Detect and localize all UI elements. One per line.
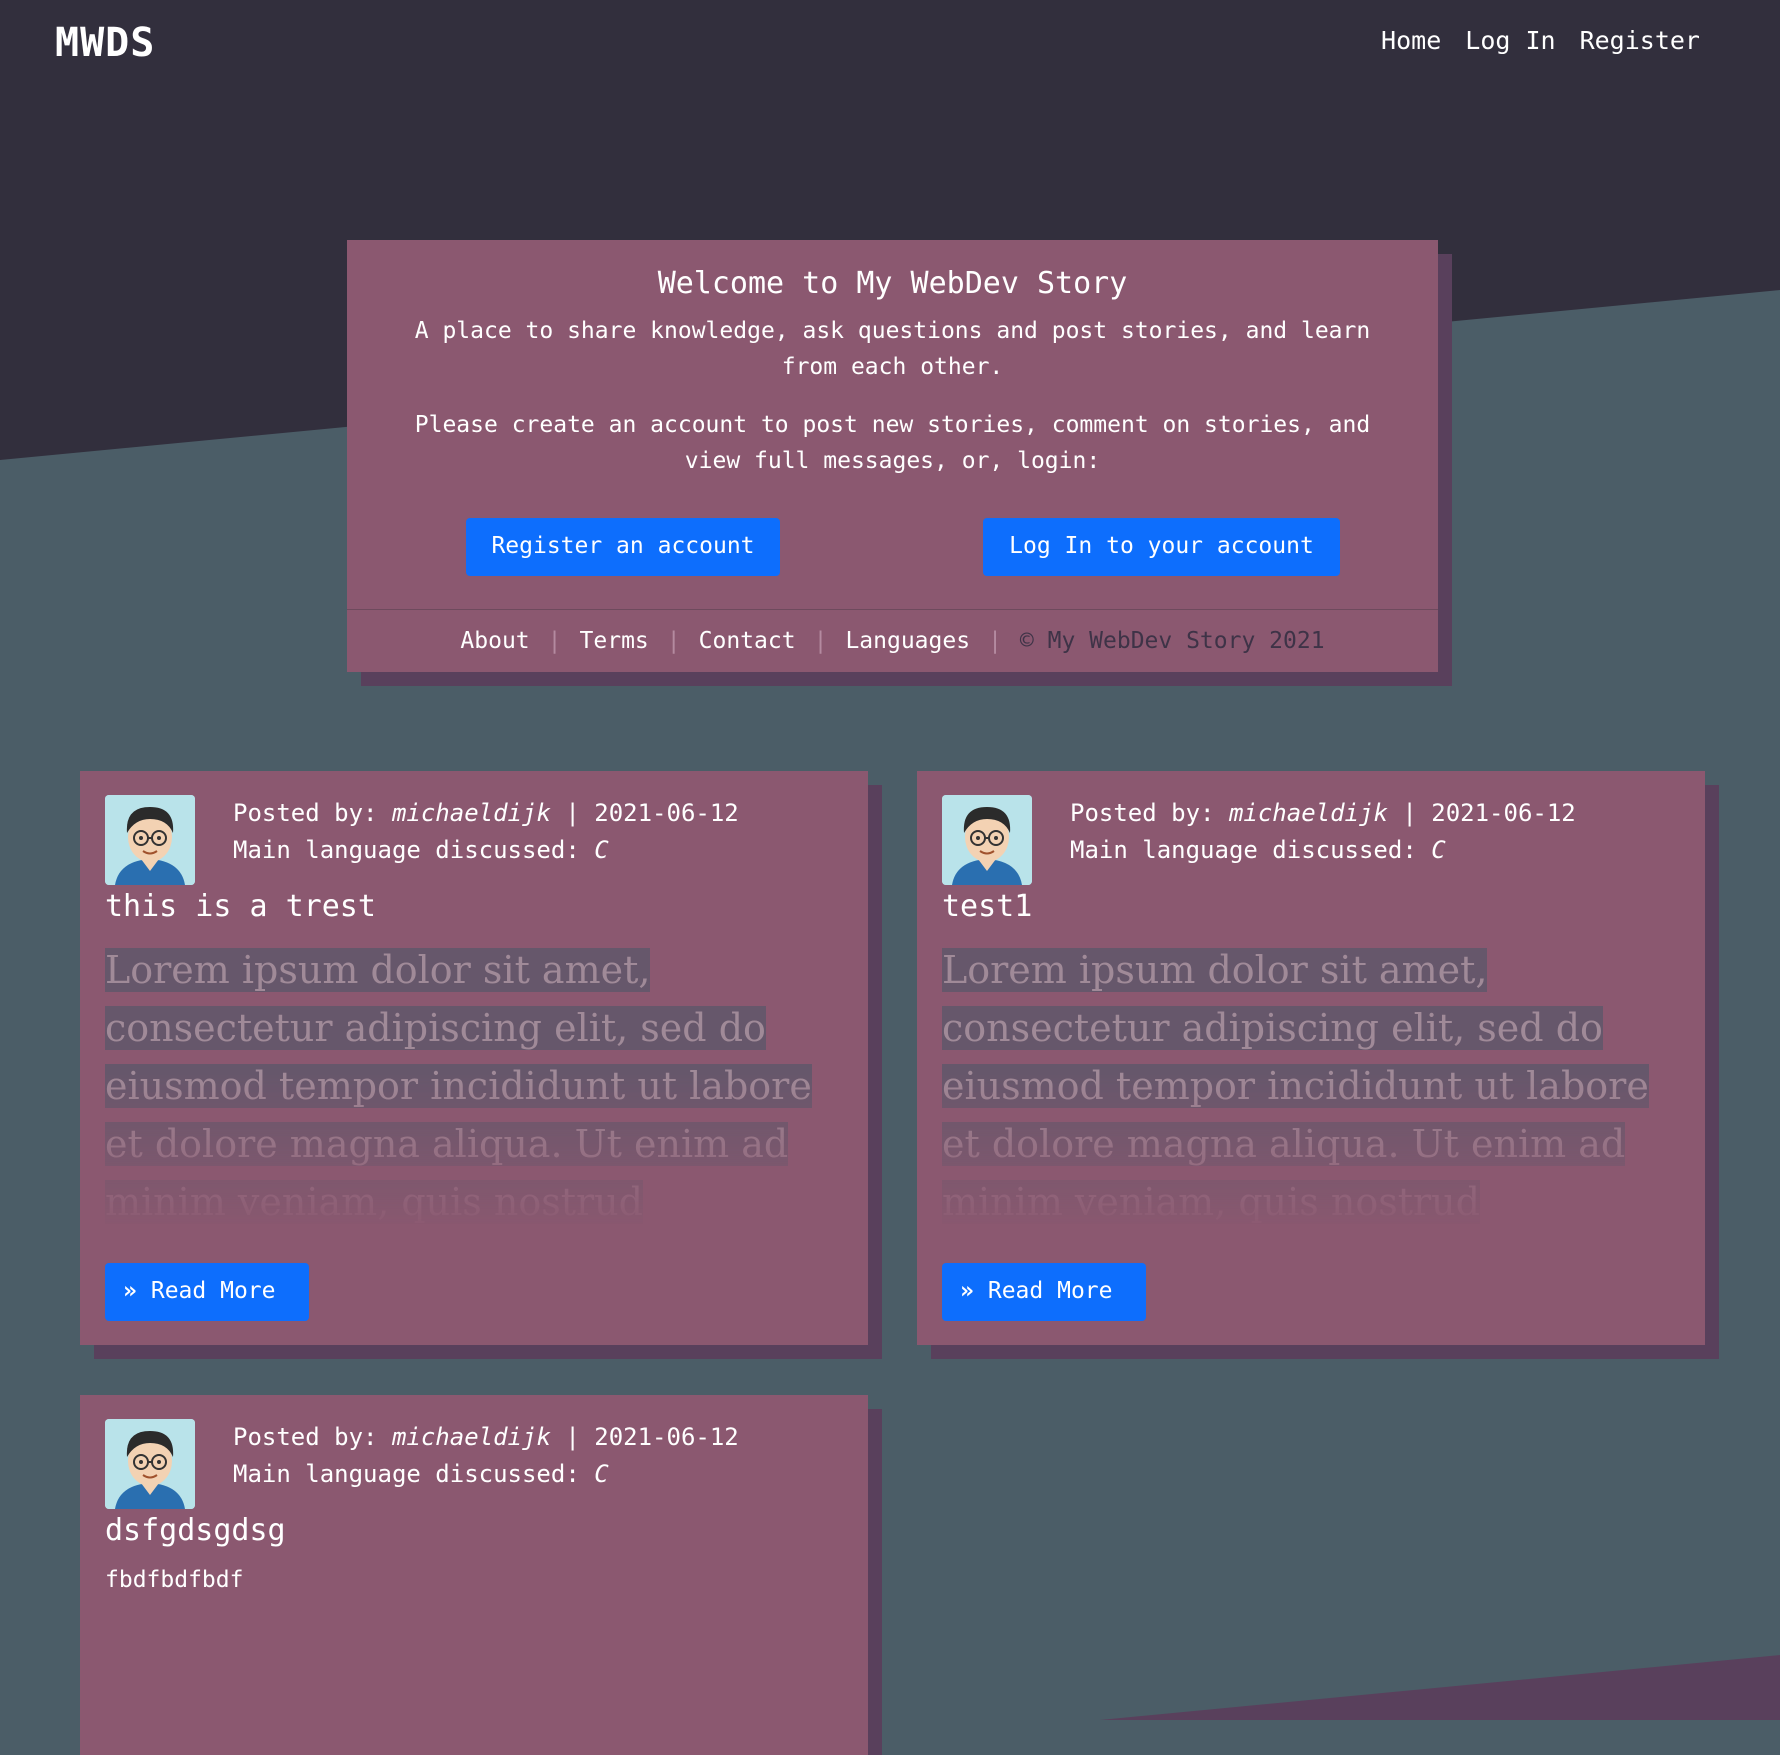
read-more-button[interactable]: » Read More [105,1263,309,1321]
post-date: | 2021-06-12 [565,799,739,827]
welcome-footer: About | Terms | Contact | Languages | © … [347,609,1438,672]
footer-terms-link[interactable]: Terms [580,628,649,654]
footer-separator: | [988,628,1002,654]
post-body: Lorem ipsum dolor sit amet, consectetur … [942,941,1662,1231]
post-meta: Posted by: michaeldijk | 2021-06-12 Main… [1070,795,1576,869]
avatar-icon [105,1419,195,1509]
double-chevron-right-icon: » [960,1278,974,1304]
post-body: fbdfbdfbdf [105,1567,244,1593]
read-more-button[interactable]: » Read More [942,1263,1146,1321]
post-date: | 2021-06-12 [1402,799,1576,827]
welcome-tagline: A place to share knowledge, ask question… [414,318,1371,380]
avatar-icon [105,795,195,885]
post-body-text: Lorem ipsum dolor sit amet, consectetur … [105,948,812,1231]
language-label: Main language discussed: [1070,836,1417,864]
welcome-title: Welcome to My WebDev Story [657,266,1128,301]
welcome-cta-text: Please create an account to post new sto… [414,412,1371,474]
post-author[interactable]: michaeldijk [392,799,551,827]
register-account-button[interactable]: Register an account [466,518,780,576]
footer-contact-link[interactable]: Contact [699,628,796,654]
nav-register[interactable]: Register [1580,26,1700,55]
nav-login[interactable]: Log In [1465,26,1555,55]
post-author[interactable]: michaeldijk [392,1423,551,1451]
post-language: C [594,1460,609,1488]
post-card: Posted by: michaeldijk | 2021-06-12 Main… [80,1395,868,1755]
footer-separator: | [666,628,681,654]
read-more-label: Read More [150,1278,276,1304]
footer-about-link[interactable]: About [460,628,529,654]
post-body: Lorem ipsum dolor sit amet, consectetur … [105,941,825,1231]
post-title[interactable]: dsfgdsgdsg [105,1513,286,1548]
footer-languages-link[interactable]: Languages [845,628,970,654]
language-label: Main language discussed: [233,1460,580,1488]
post-meta: Posted by: michaeldijk | 2021-06-12 Main… [233,1419,739,1493]
footer-separator: | [547,628,562,654]
login-account-button[interactable]: Log In to your account [983,518,1340,576]
posted-by-label: Posted by: [1070,799,1215,827]
read-more-label: Read More [987,1278,1113,1304]
post-body-text: Lorem ipsum dolor sit amet, consectetur … [942,948,1649,1231]
footer-copyright: © My WebDev Story 2021 [1019,628,1325,654]
post-card: Posted by: michaeldijk | 2021-06-12 Main… [80,771,868,1345]
posted-by-label: Posted by: [233,1423,378,1451]
navbar: MWDS Home Log In Register [0,0,1780,90]
post-meta: Posted by: michaeldijk | 2021-06-12 Main… [233,795,739,869]
double-chevron-right-icon: » [123,1278,137,1304]
footer-separator: | [813,628,828,654]
welcome-card: Welcome to My WebDev Story A place to sh… [347,240,1438,672]
post-card: Posted by: michaeldijk | 2021-06-12 Main… [917,771,1705,1345]
post-date: | 2021-06-12 [565,1423,739,1451]
post-language: C [1431,836,1446,864]
post-title[interactable]: this is a trest [105,889,376,924]
brand-logo[interactable]: MWDS [55,20,155,66]
post-language: C [594,836,609,864]
nav-links: Home Log In Register [1381,26,1700,55]
language-label: Main language discussed: [233,836,580,864]
posted-by-label: Posted by: [233,799,378,827]
post-title[interactable]: test1 [942,889,1032,924]
post-author[interactable]: michaeldijk [1229,799,1388,827]
nav-home[interactable]: Home [1381,26,1441,55]
avatar-icon [942,795,1032,885]
welcome-buttons: Register an account Log In to your accou… [347,518,1438,576]
